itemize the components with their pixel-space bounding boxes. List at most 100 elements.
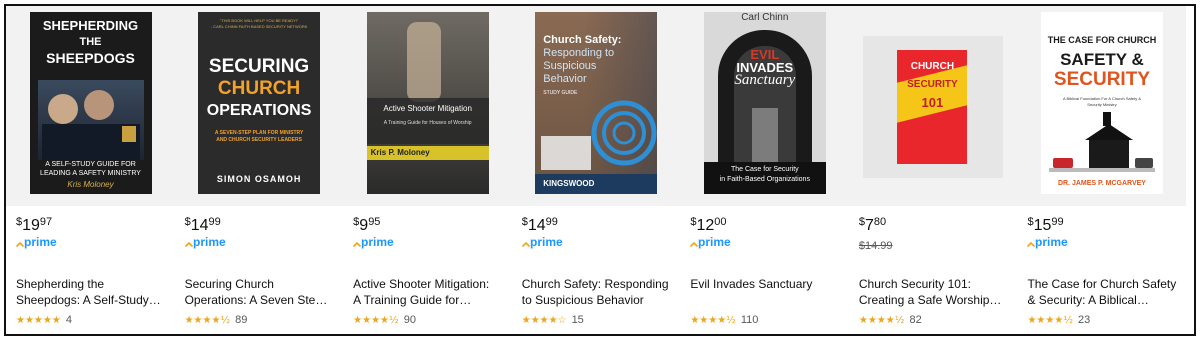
cover-subtitle: A Training Guide for Houses of Worship [383, 120, 472, 126]
svg-text:prime: prime [698, 235, 731, 249]
cover-title-line: Church Safety: [543, 34, 622, 46]
church-illustration-icon [1048, 112, 1155, 172]
svg-text:prime: prime [193, 235, 226, 249]
svg-text:prime: prime [361, 235, 394, 249]
book-cover[interactable]: SHEPHERDING THE SHEEPDOGS A SELF-STUDY G… [29, 12, 152, 194]
star-rating-icon[interactable]: ★★★★½ [690, 315, 736, 326]
product-card[interactable]: THE CASE FOR CHURCH SAFETY & SECURITY A … [1017, 6, 1187, 327]
cover-title-line: SAFETY & [1060, 50, 1144, 69]
price[interactable]: $1499 [185, 216, 221, 235]
product-title[interactable]: Church Security 101: Creating a Safe Wor… [859, 276, 1009, 308]
product-card[interactable]: SHEPHERDING THE SHEEPDOGS A SELF-STUDY G… [6, 6, 175, 326]
product-title-line[interactable]: The Case for Church Safety [1027, 276, 1177, 292]
product-title-line[interactable]: & Security: A Biblical… [1027, 292, 1177, 308]
review-count[interactable]: 15 [572, 314, 584, 326]
cover-subtitle-line: AND CHURCH SECURITY LEADERS [216, 137, 302, 143]
cover-title-line: Behavior [543, 73, 587, 85]
review-count[interactable]: 110 [741, 314, 759, 326]
price[interactable]: $1200 [690, 216, 726, 235]
product-title[interactable]: Shepherding the Sheepdogs: A Self-Study… [16, 276, 166, 308]
cover-subtitle-line: The Case for Security [730, 166, 799, 173]
cover-subtitle-line: LEADING A SAFETY MINISTRY [40, 170, 141, 177]
product-title-line[interactable]: Securing Church [185, 276, 335, 292]
product-title-line[interactable]: Church Security 101: [859, 276, 1009, 292]
book-cover[interactable]: "THIS BOOK WILL HELP YOU BE READY!" - CA… [198, 12, 321, 194]
cover-title-line: Responding to [543, 47, 615, 59]
rating[interactable]: ★★★★☆ 15 [522, 313, 584, 327]
product-card[interactable]: "THIS BOOK WILL HELP YOU BE READY!" - CA… [174, 6, 344, 327]
cover-tagline: - CARL CHINN FAITH BASED SECURITY NETWOR… [210, 24, 308, 29]
prime-badge-icon: prime [353, 235, 394, 249]
star-rating-icon[interactable]: ★★★★½ [185, 315, 231, 326]
rating[interactable]: ★★★★½ 110 [690, 313, 758, 327]
rating[interactable]: ★★★★½ 23 [1027, 313, 1090, 327]
cover-brand: KINGSWOOD [543, 179, 595, 188]
prime-badge-icon: prime [1027, 235, 1068, 249]
cover-author: Carl Chinn [741, 12, 789, 23]
product-card[interactable]: CHURCH SECURITY 101 $780 $14.99 Church S… [848, 6, 1018, 327]
product-title-line[interactable]: Creating a Safe Worship… [859, 292, 1009, 308]
price[interactable]: $1997 [16, 216, 52, 235]
product-image-area[interactable]: "THIS BOOK WILL HELP YOU BE READY!" - CA… [174, 6, 344, 206]
product-image-area[interactable]: Church Safety: Responding to Suspicious … [511, 6, 681, 206]
book-cover[interactable]: THE CASE FOR CHURCH SAFETY & SECURITY A … [1040, 12, 1163, 194]
product-title-line[interactable]: Operations: A Seven Ste… [185, 292, 335, 308]
review-count[interactable]: 4 [66, 314, 72, 326]
review-count[interactable]: 90 [404, 314, 416, 326]
price[interactable]: $1599 [1027, 216, 1063, 235]
product-title[interactable]: Church Safety: Responding to Suspicious … [522, 276, 672, 308]
product-card[interactable]: Church Safety: Responding to Suspicious … [511, 6, 681, 327]
review-count[interactable]: 23 [1078, 314, 1090, 326]
product-title-line[interactable]: to Suspicious Behavior [522, 292, 672, 308]
product-title[interactable]: Securing Church Operations: A Seven Ste… [185, 276, 335, 308]
book-cover[interactable]: Church Safety: Responding to Suspicious … [535, 12, 658, 194]
product-card[interactable]: Active Shooter Mitigation A Training Gui… [343, 6, 513, 327]
product-title-line[interactable]: A Training Guide for… [353, 292, 503, 308]
rating[interactable]: ★★★★★ 4 [16, 313, 72, 327]
cover-title-line: THE CASE FOR CHURCH [1047, 35, 1157, 45]
product-title-line[interactable]: Active Shooter Mitigation: [353, 276, 503, 292]
product-image-area[interactable]: SHEPHERDING THE SHEEPDOGS A SELF-STUDY G… [6, 6, 175, 206]
product-title-line[interactable]: Church Safety: Responding [522, 276, 672, 292]
product-image-area[interactable]: Active Shooter Mitigation A Training Gui… [343, 6, 513, 206]
rating[interactable]: ★★★★½ 90 [353, 313, 416, 327]
star-rating-icon[interactable]: ★★★★★ [16, 315, 61, 326]
product-title-line[interactable]: Shepherding the [16, 276, 166, 292]
cover-title-line: CHURCH [910, 61, 955, 72]
product-title[interactable]: The Case for Church Safety & Security: A… [1027, 276, 1177, 308]
price[interactable]: $995 [353, 216, 380, 235]
book-cover[interactable]: Carl Chinn EVIL INVADES Sanctuary The Ca… [703, 12, 826, 194]
product-image-area[interactable]: CHURCH SECURITY 101 [848, 6, 1018, 206]
cover-subtitle-line: in Faith-Based Organizations [719, 176, 810, 183]
product-carousel: SHEPHERDING THE SHEEPDOGS A SELF-STUDY G… [6, 6, 1187, 327]
product-title[interactable]: Evil Invades Sanctuary [690, 276, 840, 308]
svg-text:prime: prime [530, 235, 563, 249]
book-cover[interactable]: Active Shooter Mitigation A Training Gui… [366, 12, 489, 194]
product-title[interactable]: Active Shooter Mitigation: A Training Gu… [353, 276, 503, 308]
rating[interactable]: ★★★★½ 89 [185, 313, 248, 327]
cover-subtitle-line: A SELF-STUDY GUIDE FOR [45, 161, 136, 168]
star-rating-icon[interactable]: ★★★★☆ [522, 315, 567, 326]
product-image-area[interactable]: THE CASE FOR CHURCH SAFETY & SECURITY A … [1017, 6, 1187, 206]
svg-text:prime: prime [24, 235, 57, 249]
cover-title-line: OPERATIONS [206, 102, 312, 119]
prime-badge-icon: prime [521, 235, 563, 249]
review-count[interactable]: 89 [235, 314, 247, 326]
cover-subtitle-line: A SEVEN-STEP PLAN FOR MINISTRY [214, 130, 304, 136]
cover-title-line: SECURITY [907, 79, 958, 90]
star-rating-icon[interactable]: ★★★★½ [1027, 315, 1073, 326]
rating[interactable]: ★★★★½ 82 [859, 313, 922, 327]
product-image-area[interactable]: Carl Chinn EVIL INVADES Sanctuary The Ca… [680, 6, 850, 206]
book-cover[interactable]: CHURCH SECURITY 101 [863, 36, 1004, 178]
product-card[interactable]: Carl Chinn EVIL INVADES Sanctuary The Ca… [680, 6, 850, 327]
price[interactable]: $1499 [522, 216, 558, 235]
review-count[interactable]: 82 [909, 314, 921, 326]
product-title-line[interactable]: Evil Invades Sanctuary [690, 276, 840, 292]
price[interactable]: $780 [859, 216, 886, 235]
star-rating-icon[interactable]: ★★★★½ [859, 315, 905, 326]
cover-photo [37, 80, 144, 160]
star-rating-icon[interactable]: ★★★★½ [353, 315, 399, 326]
product-title-line[interactable]: Sheepdogs: A Self-Study… [16, 292, 166, 308]
svg-text:prime: prime [1035, 235, 1068, 249]
list-price: $14.99 [858, 240, 893, 252]
